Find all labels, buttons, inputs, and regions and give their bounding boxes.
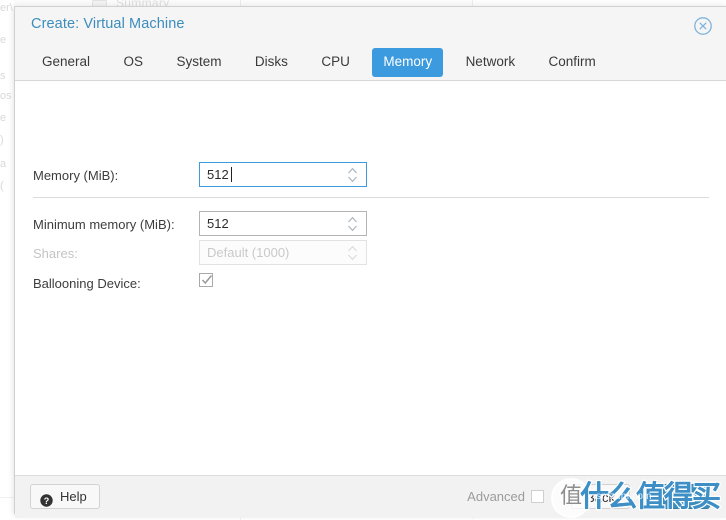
- back-button-label: Back: [586, 490, 615, 505]
- ballooning-device-field-label: Ballooning Device:: [33, 276, 141, 291]
- back-button[interactable]: Back: [571, 484, 630, 509]
- minimum-memory-field-label: Minimum memory (MiB):: [33, 217, 175, 232]
- memory-field-label: Memory (MiB):: [33, 168, 119, 183]
- next-button-label: Next: [668, 490, 695, 505]
- background-fragment: e: [0, 112, 7, 124]
- tab-memory[interactable]: Memory: [372, 48, 444, 77]
- background-fragment: er\: [0, 2, 13, 14]
- background-fragment: a: [0, 158, 7, 170]
- advanced-checkbox[interactable]: [531, 490, 544, 503]
- spinner-arrows-icon[interactable]: [347, 166, 358, 184]
- minimum-memory-input[interactable]: 512: [199, 211, 367, 236]
- memory-field-row: Memory (MiB): 512: [15, 162, 726, 198]
- wizard-tab-bar: General OS System Disks CPU Memory Netwo…: [15, 43, 726, 81]
- question-circle-icon: ?: [40, 490, 53, 507]
- dialog-header: Create: Virtual Machine: [15, 7, 726, 43]
- help-button-label: Help: [60, 489, 87, 504]
- advanced-toggle[interactable]: Advanced: [467, 489, 544, 504]
- checkmark-icon: [201, 275, 213, 285]
- ballooning-device-field-row: Ballooning Device:: [15, 270, 726, 300]
- background-fragment: e: [0, 34, 7, 46]
- advanced-label: Advanced: [467, 489, 525, 504]
- spinner-arrows-icon[interactable]: [347, 215, 358, 233]
- background-fragment: s: [0, 70, 6, 82]
- shares-input: Default (1000): [199, 240, 367, 265]
- memory-input[interactable]: 512: [199, 162, 367, 187]
- create-virtual-machine-dialog: Create: Virtual Machine General OS Syste…: [14, 6, 726, 518]
- tab-network[interactable]: Network: [455, 48, 527, 77]
- dialog-title: Create: Virtual Machine: [31, 16, 185, 32]
- spinner-arrows-icon: [347, 244, 358, 262]
- background-left-column: er\ e s os e ) a (: [0, 0, 14, 520]
- tab-os[interactable]: OS: [112, 48, 154, 77]
- background-fragment: ): [0, 134, 4, 146]
- next-button[interactable]: Next: [653, 484, 710, 509]
- minimum-memory-field-row: Minimum memory (MiB): 512: [15, 211, 726, 241]
- tab-disks[interactable]: Disks: [244, 48, 299, 77]
- tab-cpu[interactable]: CPU: [310, 48, 361, 77]
- memory-input-value: 512: [207, 167, 229, 182]
- help-button[interactable]: ? Help: [30, 484, 100, 509]
- text-caret: [231, 167, 232, 182]
- ballooning-device-checkbox[interactable]: [199, 273, 213, 287]
- tab-confirm[interactable]: Confirm: [538, 48, 607, 77]
- memory-settings-panel: Memory (MiB): 512 Minimum memory (MiB): …: [15, 81, 726, 476]
- close-circle-icon[interactable]: [693, 16, 713, 36]
- background-fragment: os: [0, 90, 12, 102]
- shares-input-placeholder: Default (1000): [207, 245, 290, 260]
- dialog-footer: ? Help Advanced Back Next: [15, 476, 726, 518]
- tab-system[interactable]: System: [165, 48, 232, 77]
- background-fragment: (: [0, 180, 4, 192]
- tab-general[interactable]: General: [31, 48, 101, 77]
- shares-field-row: Shares: Default (1000): [15, 240, 726, 270]
- svg-text:?: ?: [44, 496, 50, 506]
- shares-field-label: Shares:: [33, 246, 78, 261]
- minimum-memory-input-value: 512: [207, 216, 229, 231]
- section-divider: [33, 197, 709, 198]
